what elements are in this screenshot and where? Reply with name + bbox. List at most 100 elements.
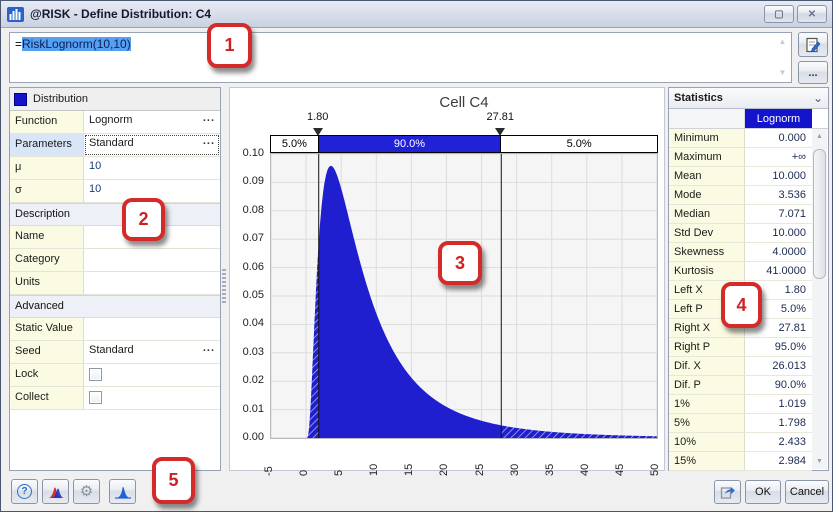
property-label: Function (10, 111, 84, 133)
statistic-value[interactable]: 41.0000 (745, 262, 812, 280)
checkbox[interactable] (89, 391, 102, 404)
statistic-row: 1% 1.019 (669, 395, 812, 414)
window-title: @RISK - Define Distribution: C4 (30, 7, 212, 21)
property-row: Seed Standard... (10, 341, 220, 364)
single-distribution-button[interactable] (109, 479, 136, 504)
property-value-field[interactable]: Standard... (84, 341, 220, 363)
property-row: Lock (10, 364, 220, 387)
cancel-button[interactable]: Cancel (785, 480, 829, 504)
gear-icon: ⚙ (79, 483, 94, 500)
ok-button[interactable]: OK (745, 480, 781, 504)
formula-scroll-up-icon[interactable]: ▲ (777, 37, 788, 47)
callout-5: 5 (152, 457, 195, 504)
property-label: σ (10, 180, 84, 202)
property-value-field[interactable]: 10 (84, 157, 220, 179)
export-icon (720, 487, 735, 499)
statistic-value[interactable]: +∞ (745, 148, 812, 166)
statistics-scrollbar[interactable]: ▲ ▼ (812, 129, 827, 469)
statistic-label: Kurtosis (669, 262, 745, 280)
chevron-down-icon: ⌄ (812, 91, 823, 105)
y-axis-tick-label: 0.00 (242, 431, 264, 443)
property-value-field[interactable]: Standard... (84, 134, 220, 156)
formula-scroll-down-icon[interactable]: ▼ (777, 68, 788, 78)
statistic-value[interactable]: 4.0000 (745, 243, 812, 261)
ellipsis-button[interactable]: ... (203, 342, 215, 354)
lognormal-curve-chart (270, 153, 658, 439)
ellipsis-button[interactable]: ... (203, 112, 215, 124)
statistic-value[interactable]: 2.433 (745, 433, 812, 451)
scrollbar-thumb[interactable] (813, 149, 826, 279)
property-label: Units (10, 272, 84, 294)
statistic-value[interactable]: 3.536 (745, 186, 812, 204)
panel-splitter[interactable] (222, 269, 226, 303)
statistic-row: Kurtosis 41.0000 (669, 262, 812, 281)
statistic-value[interactable]: 7.071 (745, 205, 812, 223)
x-axis-tick-label: 30 (508, 463, 521, 476)
settings-button[interactable]: ⚙ (73, 479, 100, 504)
x-axis-tick-label: 35 (543, 463, 556, 476)
edit-formula-button[interactable] (798, 32, 828, 57)
statistic-value[interactable]: 0.000 (745, 129, 812, 147)
property-value-field[interactable] (84, 387, 220, 409)
statistic-label: Std Dev (669, 224, 745, 242)
formula-input[interactable]: =RiskLognorm(10,10) ▲ ▼ (9, 32, 792, 83)
y-axis-tick-label: 0.02 (242, 374, 264, 387)
statistic-label: Minimum (669, 129, 745, 147)
statistic-row: 5% 1.798 (669, 414, 812, 433)
ellipsis-button[interactable]: ... (203, 135, 215, 147)
y-axis-tick-label: 0.10 (242, 147, 264, 159)
statistic-label: Mean (669, 167, 745, 185)
formula-prefix: = (15, 37, 23, 51)
property-value-field[interactable] (84, 364, 220, 386)
statistic-value[interactable]: 90.0% (745, 376, 812, 394)
y-axis-tick-label: 0.06 (242, 260, 264, 273)
property-value-field[interactable] (84, 249, 220, 271)
statistic-value[interactable]: 1.798 (745, 414, 812, 432)
close-button[interactable]: ✕ (797, 5, 827, 23)
checkbox[interactable] (89, 368, 102, 381)
distribution-plot (270, 153, 658, 439)
property-label: Name (10, 226, 84, 248)
band-center-probability[interactable]: 90.0% (318, 136, 502, 152)
statistic-value[interactable]: 10.000 (745, 167, 812, 185)
statistic-value[interactable]: 10.000 (745, 224, 812, 242)
export-button[interactable] (714, 480, 741, 504)
property-value-field[interactable] (84, 272, 220, 294)
overlay-distribution-button[interactable] (42, 479, 69, 504)
band-tail-probability[interactable]: 5.0% (501, 136, 657, 152)
statistic-row: Minimum 0.000 (669, 129, 812, 148)
property-label: μ (10, 157, 84, 179)
property-value-field[interactable]: Lognorm... (84, 111, 220, 133)
scroll-up-icon[interactable]: ▲ (812, 129, 827, 144)
property-value-text: Standard (89, 137, 134, 149)
distribution-color-swatch[interactable] (14, 92, 27, 106)
x-axis-tick-label: -5 (263, 466, 275, 476)
statistic-value[interactable]: 1.019 (745, 395, 812, 413)
property-label: Parameters (10, 134, 84, 156)
property-value-field[interactable] (84, 318, 220, 340)
help-button[interactable]: ? (11, 479, 38, 504)
statistic-label: Maximum (669, 148, 745, 166)
statistic-label: Right P (669, 338, 745, 356)
statistic-value[interactable]: 2.984 (745, 452, 812, 470)
x-axis-tick-label: 40 (578, 463, 591, 476)
property-row: Category (10, 249, 220, 272)
chart-title: Cell C4 (439, 94, 489, 111)
x-axis-tick-label: 45 (613, 463, 626, 476)
band-tail-probability[interactable]: 5.0% (271, 136, 319, 152)
callout-4: 4 (721, 282, 762, 328)
maximize-button[interactable]: ▢ (764, 5, 794, 23)
statistic-value[interactable]: 26.013 (745, 357, 812, 375)
property-label: Category (10, 249, 84, 271)
property-label: Static Value (10, 318, 84, 340)
statistic-row: Skewness 4.0000 (669, 243, 812, 262)
property-row: μ 10 (10, 157, 220, 180)
statistic-row: Std Dev 10.000 (669, 224, 812, 243)
statistic-value[interactable]: 95.0% (745, 338, 812, 356)
statistic-label: Dif. P (669, 376, 745, 394)
y-axis-tick-label: 0.03 (242, 345, 264, 358)
statistics-dropdown[interactable]: Statistics ⌄ (669, 88, 828, 109)
formula-more-button[interactable]: ... (798, 61, 828, 84)
property-value-text: Lognorm (89, 114, 133, 126)
scroll-down-icon[interactable]: ▼ (812, 454, 827, 469)
